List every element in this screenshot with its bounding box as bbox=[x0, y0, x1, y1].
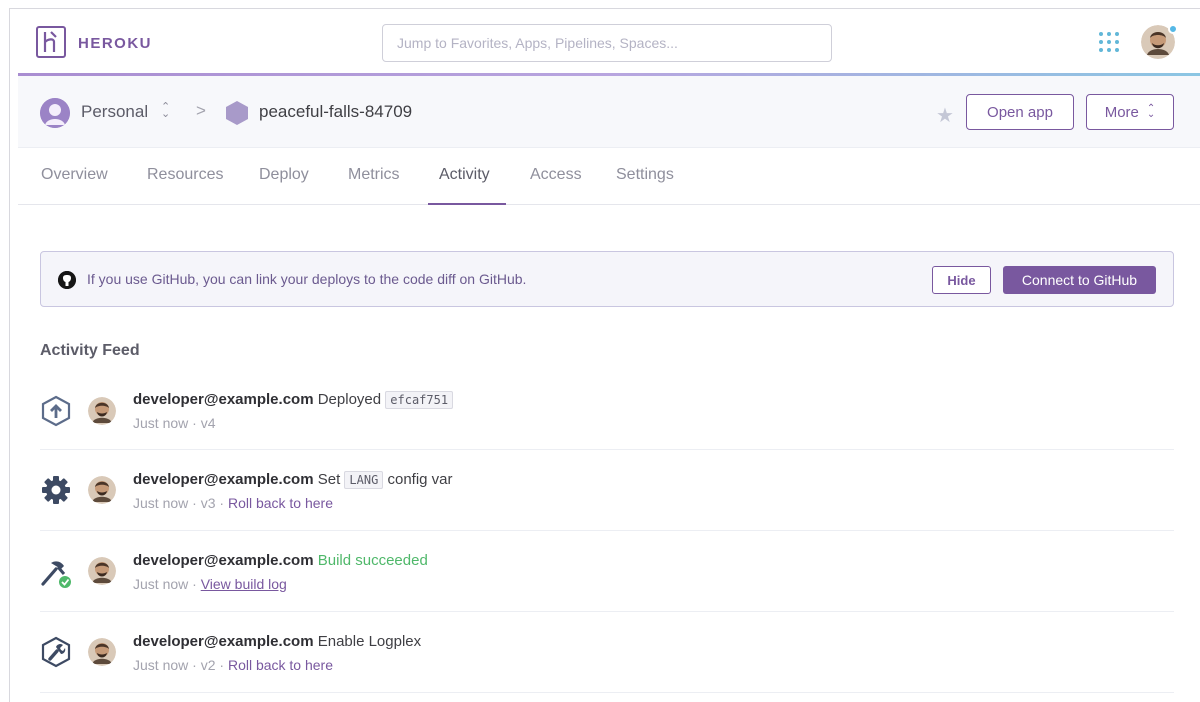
config-var-name: LANG bbox=[344, 471, 384, 489]
user-avatar[interactable] bbox=[88, 557, 116, 585]
chevron-updown-icon[interactable]: ⌃ ⌄ bbox=[161, 102, 170, 120]
feed-item-time: Just now bbox=[133, 415, 189, 431]
feed-item-action-suffix: config var bbox=[387, 471, 453, 488]
feed-item-meta: Just now · v3 · Roll back to here bbox=[133, 495, 333, 511]
feed-item-config: developer@example.com Set LANG config va… bbox=[40, 450, 1174, 531]
hide-button[interactable]: Hide bbox=[932, 266, 991, 294]
app-hexagon-icon bbox=[226, 101, 248, 125]
build-status: Build succeeded bbox=[317, 552, 428, 569]
app-window: HEROKU Personal ⌃⌄ > peaceful-falls-8470… bbox=[9, 8, 1200, 702]
feed-item-time: Just now bbox=[133, 657, 189, 673]
more-button[interactable]: More ⌃ ⌄ bbox=[1086, 94, 1174, 130]
heroku-logo-icon[interactable] bbox=[36, 26, 66, 58]
feed-item-version: v4 bbox=[200, 415, 216, 431]
breadcrumb-separator: > bbox=[196, 101, 206, 120]
meta-separator: · bbox=[215, 657, 228, 673]
feed-item-summary: developer@example.com Build succeeded bbox=[133, 552, 428, 569]
apps-grid-icon[interactable] bbox=[1098, 31, 1120, 53]
feed-item-time: Just now bbox=[133, 495, 189, 511]
star-icon[interactable]: ★ bbox=[936, 103, 954, 128]
tab-activity[interactable]: Activity bbox=[439, 166, 490, 184]
feed-item-addon: developer@example.com Enable Logplex Jus… bbox=[40, 612, 1174, 693]
tab-resources[interactable]: Resources bbox=[147, 166, 223, 184]
notification-dot bbox=[1168, 24, 1178, 34]
meta-separator: · bbox=[188, 495, 201, 511]
feed-item-user[interactable]: developer@example.com bbox=[133, 552, 314, 569]
meta-separator: · bbox=[188, 657, 201, 673]
person-icon bbox=[40, 98, 70, 128]
more-button-label: More bbox=[1104, 103, 1139, 121]
connect-github-button[interactable]: Connect to GitHub bbox=[1003, 266, 1156, 294]
commit-hash: efcaf751 bbox=[385, 391, 454, 409]
activity-feed-title: Activity Feed bbox=[40, 342, 140, 359]
feed-item-deploy: developer@example.com Deployed efcaf751 … bbox=[40, 369, 1174, 450]
app-tabs: Overview Resources Deploy Metrics Activi… bbox=[18, 148, 1200, 205]
feed-item-meta: Just now · v2 · Roll back to here bbox=[133, 657, 333, 673]
feed-item-summary: developer@example.com Deployed efcaf751 bbox=[133, 391, 454, 409]
feed-item-version: v3 bbox=[200, 495, 216, 511]
rollback-link[interactable]: Roll back to here bbox=[228, 657, 333, 673]
github-banner: If you use GitHub, you can link your dep… bbox=[40, 251, 1174, 307]
search-input[interactable] bbox=[382, 24, 832, 62]
feed-item-meta: Just now · v4 bbox=[133, 415, 216, 431]
feed-item-user[interactable]: developer@example.com bbox=[133, 391, 314, 408]
feed-item-user[interactable]: developer@example.com bbox=[133, 633, 314, 650]
meta-separator: · bbox=[188, 415, 201, 431]
tab-metrics[interactable]: Metrics bbox=[348, 166, 400, 184]
user-avatar[interactable] bbox=[88, 638, 116, 666]
feed-item-user[interactable]: developer@example.com bbox=[133, 471, 314, 488]
rollback-link[interactable]: Roll back to here bbox=[228, 495, 333, 511]
tab-overview[interactable]: Overview bbox=[41, 166, 108, 184]
brand-name[interactable]: HEROKU bbox=[78, 35, 152, 52]
tab-settings[interactable]: Settings bbox=[616, 166, 674, 184]
feed-item-summary: developer@example.com Set LANG config va… bbox=[133, 471, 453, 489]
wrench-icon bbox=[41, 636, 71, 668]
app-header: Personal ⌃ ⌄ > peaceful-falls-84709 ★ Ope… bbox=[18, 76, 1200, 148]
gear-icon bbox=[42, 476, 70, 504]
deploy-icon bbox=[41, 395, 71, 427]
feed-item-summary: developer@example.com Enable Logplex bbox=[133, 633, 421, 650]
feed-item-meta: Just now · View build log bbox=[133, 576, 287, 592]
meta-separator: · bbox=[215, 495, 228, 511]
account-switcher[interactable]: Personal bbox=[81, 102, 148, 122]
app-name[interactable]: peaceful-falls-84709 bbox=[259, 102, 412, 122]
build-icon bbox=[41, 561, 71, 588]
user-avatar[interactable] bbox=[88, 397, 116, 425]
active-tab-indicator bbox=[428, 203, 506, 205]
feed-item-action: Set bbox=[317, 471, 341, 488]
banner-message: If you use GitHub, you can link your dep… bbox=[87, 271, 527, 287]
view-build-log-link[interactable]: View build log bbox=[201, 576, 287, 592]
top-bar: HEROKU bbox=[10, 9, 1200, 73]
feed-item-time: Just now bbox=[133, 576, 189, 592]
feed-item-version: v2 bbox=[200, 657, 216, 673]
feed-item-action: Deployed bbox=[317, 391, 382, 408]
meta-separator: · bbox=[188, 576, 201, 592]
feed-item-action: Enable Logplex bbox=[317, 633, 422, 650]
chevron-updown-icon: ⌃ ⌄ bbox=[1146, 103, 1156, 120]
github-icon bbox=[58, 271, 76, 289]
tab-access[interactable]: Access bbox=[530, 166, 582, 184]
feed-item-build: developer@example.com Build succeeded Ju… bbox=[40, 531, 1174, 612]
tab-deploy[interactable]: Deploy bbox=[259, 166, 309, 184]
user-avatar[interactable] bbox=[88, 476, 116, 504]
open-app-button[interactable]: Open app bbox=[966, 94, 1074, 130]
